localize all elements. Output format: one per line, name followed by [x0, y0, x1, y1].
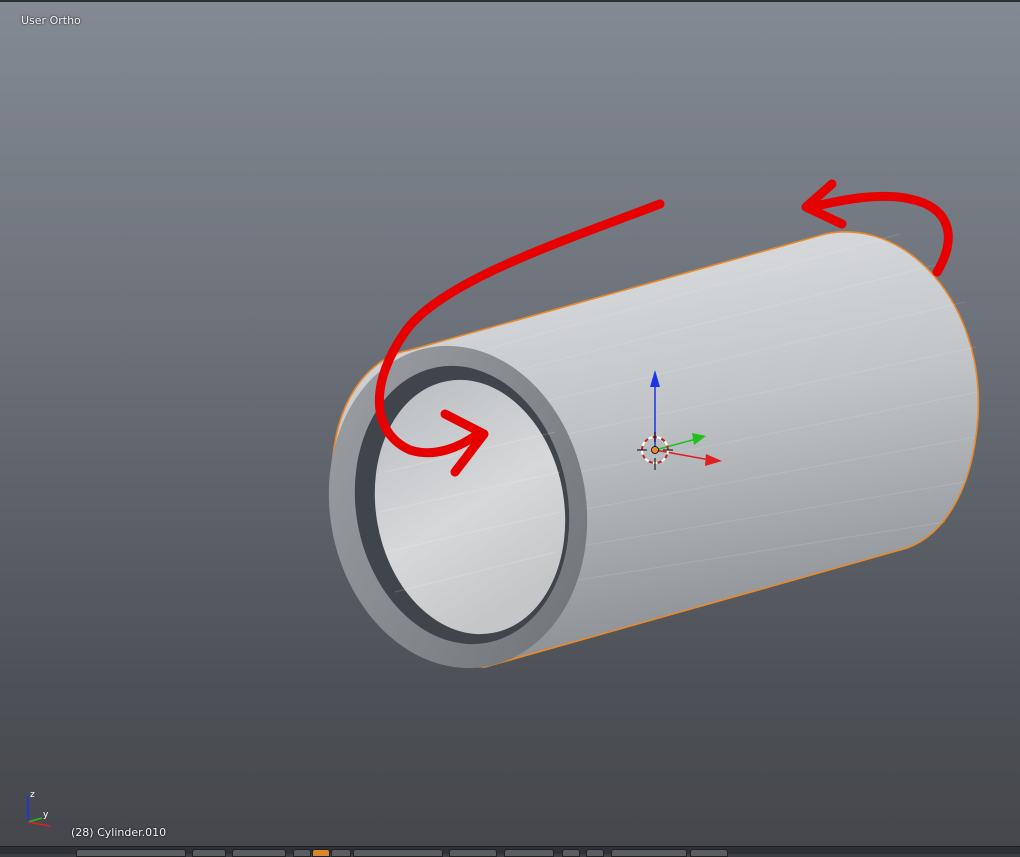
view-axes-icon: z y: [27, 790, 51, 827]
pivot-dropdown[interactable]: [353, 849, 443, 857]
axis-y-label: y: [43, 810, 49, 820]
shading-button[interactable]: [331, 849, 351, 857]
lock-button[interactable]: [562, 849, 580, 857]
view-menu-button[interactable]: [192, 849, 226, 857]
snap-dropdown[interactable]: [611, 849, 687, 857]
axis-z-label: z: [30, 790, 35, 800]
3d-viewport[interactable]: User Ortho z y (28) Cylinder.010: [0, 0, 1020, 846]
select-menu-button[interactable]: [232, 849, 286, 857]
render-buttons[interactable]: [690, 849, 728, 857]
scene-canvas[interactable]: [0, 2, 1020, 846]
viewport-header: [0, 846, 1020, 857]
proportional-edit-button[interactable]: [586, 849, 604, 857]
manipulator-buttons[interactable]: [449, 849, 497, 857]
cylinder-mesh[interactable]: [304, 231, 980, 689]
mode-button[interactable]: [293, 849, 311, 857]
editor-type-button[interactable]: [76, 849, 186, 857]
mode-active-button[interactable]: [312, 849, 330, 857]
layers-buttons[interactable]: [504, 849, 554, 857]
object-info: (28) Cylinder.010: [71, 826, 167, 839]
